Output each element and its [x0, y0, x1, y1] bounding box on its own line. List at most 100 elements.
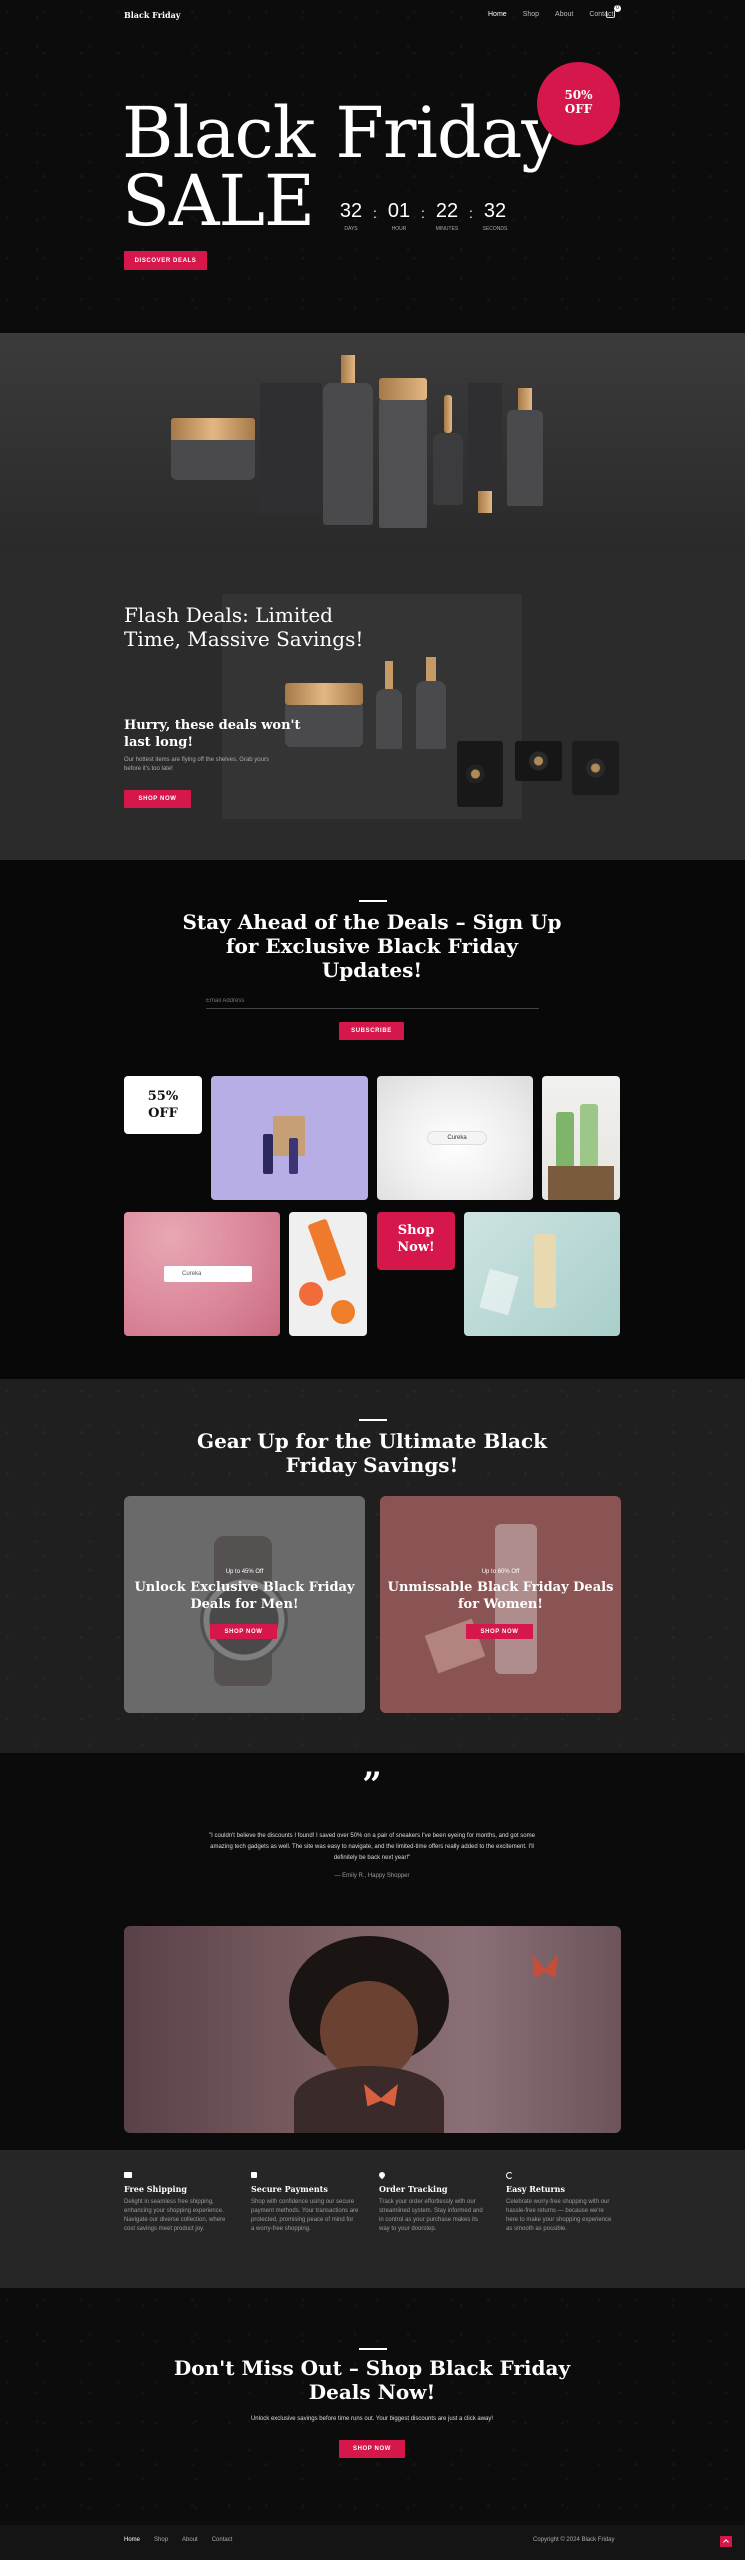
scroll-top-button[interactable] — [720, 2536, 732, 2547]
countdown-separator: : — [373, 205, 377, 221]
footer-nav-about[interactable]: About — [182, 2537, 198, 2543]
gallery-discount-tile: 55% OFF — [124, 1076, 202, 1134]
flash-thumb-3[interactable] — [572, 741, 619, 795]
countdown-days: 32 DAYS — [334, 200, 368, 232]
main-nav: Home Shop About Contact — [472, 11, 613, 18]
countdown-hours-value: 01 — [387, 200, 411, 222]
product-banner — [0, 333, 745, 551]
flash-title-line2: Time, Massive Savings! — [124, 627, 364, 651]
feature-title: Easy Returns — [506, 2184, 566, 2194]
lock-icon — [251, 2172, 257, 2178]
men-deals-card[interactable]: Up to 45% Off Unlock Exclusive Black Fri… — [124, 1496, 365, 1713]
countdown-minutes-value: 22 — [435, 200, 459, 222]
cart-count-badge: 0 — [614, 5, 621, 12]
countdown-minutes-label: MINUTES — [435, 226, 459, 232]
men-card-title-line2: Deals for Men! — [190, 1597, 299, 1612]
logo[interactable]: Black Friday — [124, 10, 180, 20]
footer-nav-shop[interactable]: Shop — [154, 2537, 168, 2543]
feature-title: Secure Payments — [251, 2184, 328, 2194]
women-deals-card[interactable]: Up to 60% Off Unmissable Black Friday De… — [380, 1496, 621, 1713]
gallery-tube-label: Cureka — [427, 1131, 487, 1145]
signup-title-line3: Updates! — [321, 958, 423, 982]
countdown-hours-label: HOUR — [391, 226, 407, 232]
women-card-title-line2: for Women! — [457, 1597, 544, 1612]
feature-title: Free Shipping — [124, 2184, 187, 2194]
gallery-image-pink[interactable]: Cureka — [124, 1212, 280, 1336]
men-shop-now-button[interactable]: SHOP NOW — [210, 1624, 277, 1639]
quote-line3: definitely be back next year!" — [333, 1855, 411, 1861]
feature-title: Order Tracking — [379, 2184, 448, 2194]
gear-title: Gear Up for the Ultimate Black Friday Sa… — [172, 1429, 572, 1477]
final-divider — [359, 2348, 387, 2350]
flash-shop-now-button[interactable]: SHOP NOW — [124, 790, 191, 808]
gallery-pink-label: Cureka — [164, 1266, 252, 1282]
feature-desc: Shop with confidence using our secure pay… — [251, 2199, 359, 2232]
product-tube — [260, 383, 322, 513]
gallery-shop-line1: Shop — [397, 1223, 435, 1238]
gallery-image-citrus[interactable] — [289, 1212, 367, 1336]
final-shop-now-button[interactable]: SHOP NOW — [339, 2440, 405, 2458]
product-jar — [171, 418, 255, 480]
signup-title: Stay Ahead of the Deals – Sign Up for Ex… — [172, 910, 572, 982]
signup-section: Stay Ahead of the Deals – Sign Up for Ex… — [0, 860, 745, 1379]
countdown: 32 DAYS : 01 HOUR : 22 MINUTES : 32 SECONDS — [334, 200, 512, 232]
gallery-image-green-bottles[interactable] — [542, 1076, 620, 1200]
footer-nav-contact[interactable]: Contact — [212, 2537, 233, 2543]
gear-title-line1: Gear Up for the Ultimate Black — [197, 1429, 547, 1453]
flash-bottle — [416, 657, 446, 749]
men-card-kicker: Up to 45% Off — [225, 1569, 264, 1575]
flash-description: Our hottest items are flying off the she… — [124, 756, 269, 774]
pin-icon — [377, 2170, 387, 2180]
quote-icon: ” — [362, 1765, 382, 1805]
testimonial-author: — Emily R., Happy Shopper — [334, 1873, 410, 1879]
final-cta-section: Don't Miss Out – Shop Black Friday Deals… — [0, 2288, 745, 2525]
gallery-shop-now-tile[interactable]: Shop Now! — [377, 1212, 455, 1270]
butterfly-decoration — [532, 1954, 558, 1978]
gallery-image-lavender[interactable] — [211, 1076, 368, 1200]
gallery-image-tube[interactable]: Cureka — [377, 1076, 533, 1200]
product-bottle — [379, 378, 427, 528]
countdown-seconds-label: SECONDS — [482, 226, 508, 232]
email-input[interactable] — [206, 993, 539, 1009]
final-description: Unlock exclusive savings before time run… — [250, 2416, 494, 2422]
women-card-kicker: Up to 60% Off — [481, 1569, 520, 1575]
flash-desc-line1: Our hottest items are flying off the she… — [124, 757, 269, 763]
testimonial-photo — [124, 1926, 621, 2133]
testimonial-section: ” "I couldn't believe the discounts I fo… — [0, 1753, 745, 2150]
signup-divider — [359, 900, 387, 902]
nav-about[interactable]: About — [555, 11, 573, 18]
flash-desc-line2: before it's too late! — [124, 766, 173, 772]
footer: Home Shop About Contact Copyright © 2024… — [0, 2525, 745, 2560]
flash-thumb-1[interactable] — [457, 741, 503, 807]
countdown-separator: : — [469, 205, 473, 221]
feature-free-shipping: Free Shipping Delight in seamless free s… — [124, 2172, 242, 2234]
discover-deals-button[interactable]: DISCOVER DEALS — [124, 251, 207, 270]
chevron-up-icon — [723, 2539, 729, 2545]
product-slim-tube — [468, 383, 502, 513]
feature-secure-payments: Secure Payments Shop with confidence usi… — [251, 2172, 369, 2234]
flash-title: Flash Deals: Limited Time, Massive Savin… — [124, 603, 363, 651]
feature-order-tracking: Order Tracking Track your order effortle… — [377, 2170, 497, 2234]
testimonial-quote: "I couldn't believe the discounts I foun… — [172, 1831, 572, 1864]
cart-icon[interactable] — [606, 11, 615, 18]
flash-subtitle-line2: last long! — [124, 735, 194, 750]
gallery-discount-pct: 55% — [147, 1089, 179, 1104]
flash-deals-section: Flash Deals: Limited Time, Massive Savin… — [0, 551, 745, 860]
flash-title-line1: Flash Deals: Limited — [124, 603, 333, 627]
flash-thumb-2[interactable] — [515, 741, 562, 781]
gallery-discount-off: OFF — [148, 1106, 178, 1121]
gallery-image-serum[interactable] — [464, 1212, 620, 1336]
women-shop-now-button[interactable]: SHOP NOW — [466, 1624, 533, 1639]
gear-divider — [359, 1419, 387, 1421]
gear-title-line2: Friday Savings! — [285, 1453, 459, 1477]
subscribe-button[interactable]: SUBSCRIBE — [339, 1022, 404, 1040]
feature-desc: Track your order effortlessly with our st… — [379, 2199, 483, 2232]
nav-shop[interactable]: Shop — [523, 11, 539, 18]
feature-easy-returns: Easy Returns Celebrate worry-free shoppi… — [506, 2172, 624, 2234]
badge-off: OFF — [564, 102, 593, 116]
footer-nav-home[interactable]: Home — [124, 2537, 140, 2543]
hero-title-line1: Black Friday — [122, 92, 561, 174]
nav-home[interactable]: Home — [488, 11, 507, 18]
feature-desc: Delight in seamless free shipping, enhanc… — [124, 2199, 226, 2232]
product-dropper — [433, 395, 463, 505]
